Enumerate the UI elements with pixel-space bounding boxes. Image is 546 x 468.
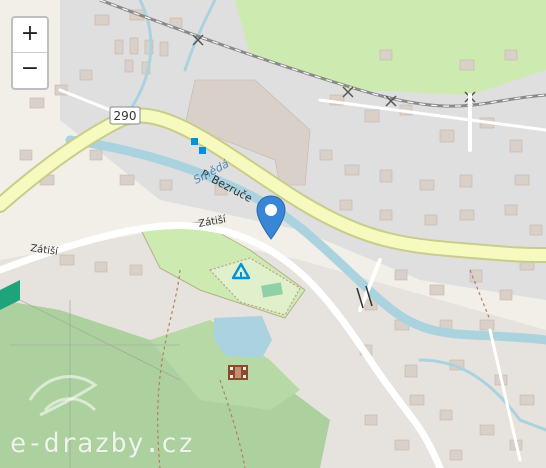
zoom-out-button[interactable]: − [13,53,47,87]
zoom-control: + − [11,16,49,90]
cinema-icon[interactable] [228,365,248,380]
zoom-in-button[interactable]: + [13,18,47,53]
map-marker-icon[interactable] [256,195,286,241]
watermark-text: e-drazby.cz [10,428,195,459]
road-shield-290: 290 [109,106,141,125]
svg-text:290: 290 [114,109,137,123]
